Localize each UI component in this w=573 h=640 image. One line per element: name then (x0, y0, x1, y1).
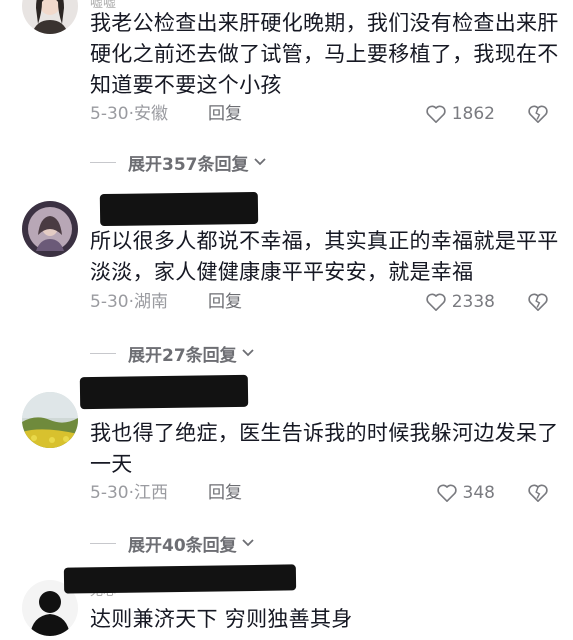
chevron-down-icon (242, 349, 254, 357)
redacted-username (99, 191, 259, 227)
expand-label: 展开357条回复 (128, 154, 249, 175)
avatar[interactable] (22, 392, 78, 448)
heart-outline-icon (426, 293, 446, 311)
like-count: 348 (462, 483, 495, 503)
broken-heart-icon[interactable] (527, 104, 549, 124)
comment-meta: 5-30·江西 回复 (90, 480, 242, 506)
expand-replies-button[interactable]: 展开40条回复 (90, 530, 255, 556)
broken-heart-icon[interactable] (527, 292, 549, 312)
comment-text: 我老公检查出来肝硬化晚期，我们没有检查出来肝硬化之前还去做了试管，马上要移植了，… (90, 11, 559, 97)
date-location: 5-30·江西 (90, 483, 168, 503)
expand-label: 展开27条回复 (128, 345, 237, 366)
chevron-down-icon (253, 158, 266, 166)
chevron-down-icon (242, 539, 254, 547)
avatar[interactable] (22, 201, 78, 257)
like-button[interactable]: 348 (436, 480, 495, 506)
divider (90, 352, 116, 354)
expand-replies-button[interactable]: 展开27条回复 (90, 340, 255, 366)
expand-replies-button[interactable]: 展开357条回复 (90, 149, 267, 175)
expand-label: 展开40条回复 (128, 535, 237, 556)
comment-text: 所以很多人都说不幸福，其实真正的幸福就是平平淡淡，家人健健康康平平安安，就是幸福 (90, 229, 559, 284)
like-button[interactable]: 2338 (425, 289, 495, 315)
like-count: 1862 (451, 104, 495, 124)
reply-button[interactable]: 回复 (208, 289, 242, 315)
avatar-image (22, 0, 78, 34)
heart-outline-icon (426, 105, 446, 123)
avatar-image (22, 392, 78, 448)
like-count: 2338 (451, 292, 495, 312)
comment-text: 达则兼济天下 穷则独善其身 (90, 607, 353, 631)
date-location: 5-30·湖南 (90, 292, 168, 312)
heart-outline-icon (436, 484, 457, 502)
broken-heart-icon[interactable] (527, 483, 549, 503)
like-button[interactable]: 1862 (425, 101, 495, 127)
avatar-image (22, 201, 78, 257)
reply-button[interactable]: 回复 (208, 101, 242, 127)
avatar[interactable] (22, 0, 78, 34)
divider (90, 542, 116, 544)
divider (90, 161, 116, 163)
reply-button[interactable]: 回复 (208, 480, 242, 506)
comment-meta: 5-30·湖南 回复 (90, 289, 242, 315)
comment-meta: 5-30·安徽 回复 (90, 101, 242, 127)
date-location: 5-30·安徽 (90, 104, 168, 124)
comment-text: 我也得了绝症，医生告诉我的时候我躲河边发呆了一天 (90, 421, 559, 476)
redacted-username (63, 564, 297, 594)
redacted-username (79, 374, 249, 410)
